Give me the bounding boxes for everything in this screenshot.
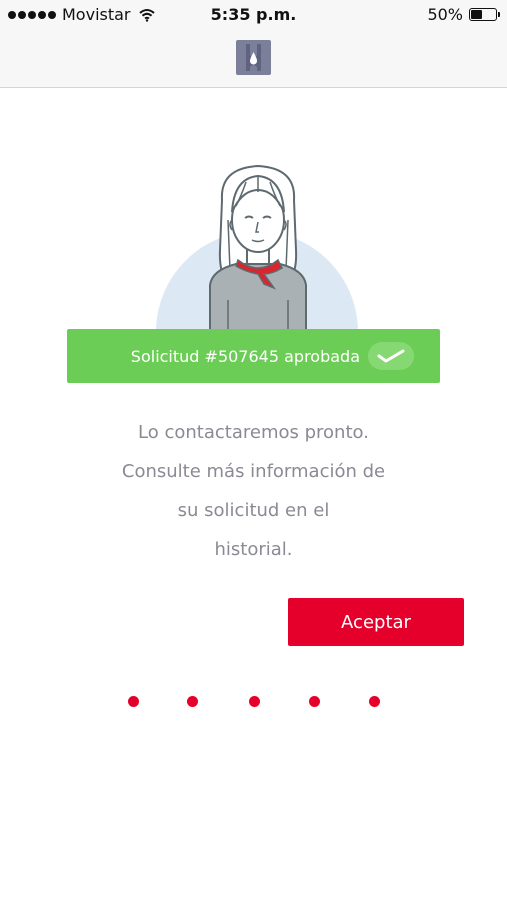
message-line: Consulte más información de [121, 461, 386, 482]
approval-banner-text: Solicitud #507645 aprobada [130, 346, 360, 366]
bank-logo-icon [236, 40, 271, 75]
battery-icon [469, 8, 500, 21]
confirmation-message: Lo contactaremos pronto. Consulte más in… [100, 413, 407, 569]
page-dot[interactable] [128, 696, 139, 707]
accept-button[interactable]: Aceptar [288, 598, 464, 646]
nav-bar [0, 30, 507, 88]
approval-screen: Movistar 5:35 p.m. 50% Solicitud #507645… [0, 0, 507, 900]
page-dot[interactable] [309, 696, 320, 707]
page-dot[interactable] [369, 696, 380, 707]
checkmark-icon [368, 342, 414, 370]
message-line: historial. [214, 539, 293, 560]
page-dot[interactable] [187, 696, 198, 707]
battery-percent: 50% [427, 5, 463, 24]
message-line: su solicitud en el [177, 500, 330, 521]
status-bar: Movistar 5:35 p.m. 50% [0, 0, 507, 30]
message-line: Lo contactaremos pronto. [138, 422, 369, 443]
approval-banner: Solicitud #507645 aprobada [67, 329, 440, 383]
status-right: 50% [427, 5, 500, 24]
support-agent-illustration [156, 164, 358, 332]
page-dot[interactable] [249, 696, 260, 707]
battery-fill [471, 10, 482, 19]
pagination-dots [0, 696, 507, 708]
